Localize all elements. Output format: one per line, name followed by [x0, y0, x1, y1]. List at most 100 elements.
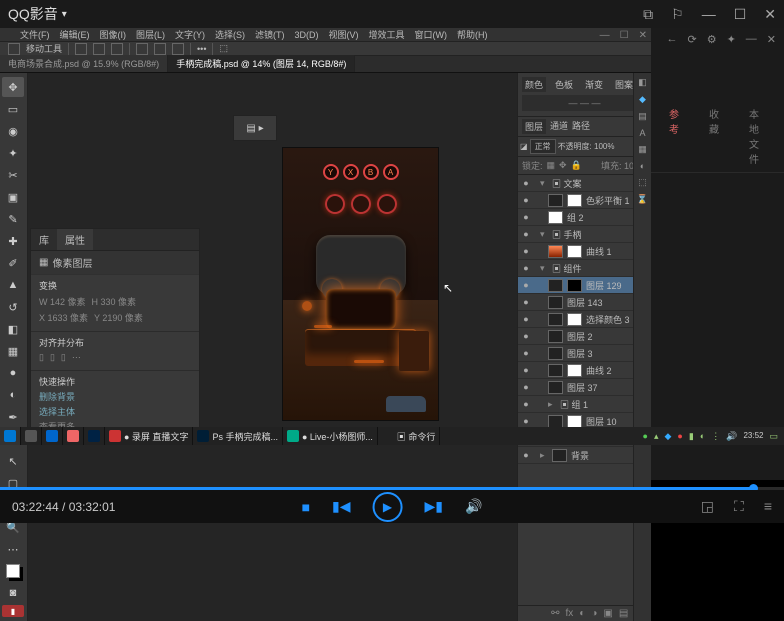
width-field[interactable]: W 142 像素: [39, 295, 86, 308]
align-mid-icon[interactable]: [154, 43, 166, 55]
tab-properties[interactable]: 属性: [57, 229, 93, 250]
tray-icon[interactable]: ▴: [654, 431, 659, 442]
snapshot-button[interactable]: ◲: [701, 498, 714, 515]
expand-icon[interactable]: ▾: [540, 229, 548, 240]
y-field[interactable]: Y 2190 像素: [94, 311, 143, 324]
expand-icon[interactable]: ▾: [540, 178, 548, 189]
close-icon[interactable]: ✕: [764, 6, 776, 23]
gear-icon[interactable]: ⚙: [707, 33, 717, 46]
blur-tool-icon[interactable]: ●: [2, 363, 24, 383]
more-icon[interactable]: ⋯: [72, 352, 81, 363]
rail-icon[interactable]: ⌛: [637, 194, 648, 205]
menu-item[interactable]: 帮助(H): [457, 28, 488, 41]
history-brush-icon[interactable]: ↺: [2, 297, 24, 317]
visibility-icon[interactable]: ●: [520, 348, 532, 358]
crop-tool-icon[interactable]: ✂: [2, 165, 24, 185]
3d-mode-icon[interactable]: ⬚: [219, 43, 228, 54]
rail-icon[interactable]: ▦: [638, 144, 647, 155]
eyedrop-tool-icon[interactable]: ✎: [2, 209, 24, 229]
side-tab[interactable]: 本地文件: [749, 106, 766, 166]
back-icon[interactable]: ←: [666, 33, 677, 45]
visibility-icon[interactable]: ●: [520, 331, 532, 341]
layer-row[interactable]: ●图层 37: [518, 379, 651, 396]
visibility-icon[interactable]: ●: [520, 280, 532, 290]
visibility-icon[interactable]: ●: [520, 416, 532, 426]
visibility-icon[interactable]: ●: [520, 195, 532, 205]
layer-row[interactable]: ●色彩平衡 1: [518, 192, 651, 209]
menu-item[interactable]: 增效工具: [369, 28, 405, 41]
layers-tab[interactable]: 路径: [572, 119, 590, 134]
align-center-icon[interactable]: [93, 43, 105, 55]
visibility-icon[interactable]: ●: [520, 178, 532, 188]
new-layer-icon[interactable]: ▤: [619, 608, 628, 619]
rail-icon[interactable]: ◧: [638, 77, 647, 88]
taskbar-item[interactable]: [42, 427, 63, 445]
layer-row[interactable]: ●▾▣ 文案: [518, 175, 651, 192]
expand-icon[interactable]: ▸: [540, 450, 548, 461]
minimize-icon[interactable]: —: [702, 6, 716, 23]
taskbar-item[interactable]: [21, 427, 42, 445]
color-strip[interactable]: — — —: [522, 95, 647, 111]
maximize-icon[interactable]: ☐: [734, 6, 747, 23]
layer-row[interactable]: ●▸背景: [518, 447, 651, 464]
pip-icon[interactable]: ⧉: [643, 6, 653, 23]
side-tab[interactable]: 参考: [669, 106, 679, 166]
pin-icon[interactable]: ✦: [727, 33, 736, 46]
tray-icon[interactable]: ▮: [689, 431, 694, 442]
floating-panel-collapsed[interactable]: ▤ ▸: [233, 115, 277, 141]
stamp-tool-icon[interactable]: ▲: [2, 275, 24, 295]
more-icon[interactable]: •••: [197, 44, 206, 54]
taskbar-item[interactable]: [0, 427, 21, 445]
layers-tab[interactable]: 通道: [550, 119, 568, 134]
tray-icon[interactable]: ◆: [664, 431, 671, 442]
taskbar-item[interactable]: ▣ 命令行: [378, 427, 441, 445]
menu-item[interactable]: 3D(D): [295, 30, 319, 40]
taskbar-item[interactable]: [63, 427, 84, 445]
lock-pos-icon[interactable]: ✥: [559, 160, 567, 171]
layer-row[interactable]: ●曲线 2: [518, 362, 651, 379]
menu-item[interactable]: 编辑(E): [60, 28, 90, 41]
layers-tab[interactable]: 图层: [522, 119, 546, 134]
lock-all-icon[interactable]: 🔒: [571, 160, 582, 171]
wifi-icon[interactable]: ⋮: [711, 431, 720, 442]
visibility-icon[interactable]: ●: [520, 382, 532, 392]
tab-library[interactable]: 库: [31, 229, 57, 250]
mask-icon[interactable]: ◐: [579, 608, 585, 619]
eraser-tool-icon[interactable]: ◧: [2, 319, 24, 339]
taskbar-item[interactable]: ● 录屏 直播文字: [105, 427, 193, 445]
ps-min-icon[interactable]: —: [600, 30, 610, 41]
menu-item[interactable]: 图层(L): [136, 28, 165, 41]
tray-icon[interactable]: ●: [677, 431, 682, 441]
layer-row[interactable]: ●图层 2: [518, 328, 651, 345]
layer-filter-icon[interactable]: ◪: [520, 142, 528, 151]
pin-icon[interactable]: ⚐: [671, 6, 684, 23]
layer-row[interactable]: ●▾▣ 手柄: [518, 226, 651, 243]
expand-icon[interactable]: ▾: [540, 263, 548, 274]
lock-pixels-icon[interactable]: ▦: [547, 160, 556, 171]
ps-close-icon[interactable]: ✕: [639, 30, 647, 41]
visibility-icon[interactable]: ●: [520, 212, 532, 222]
visibility-icon[interactable]: ●: [520, 450, 532, 460]
plugin-badge[interactable]: ▮: [2, 605, 24, 617]
volume-icon[interactable]: 🔊: [726, 431, 737, 442]
menu-item[interactable]: 图像(I): [100, 28, 127, 41]
align-left-icon[interactable]: [75, 43, 87, 55]
layer-row[interactable]: ●图层 143: [518, 294, 651, 311]
remove-bg-button[interactable]: 删除背景: [39, 390, 191, 403]
visibility-icon[interactable]: ●: [520, 365, 532, 375]
rail-icon[interactable]: A: [639, 128, 645, 138]
taskbar-item[interactable]: Ps 手柄完成稿...: [193, 427, 283, 445]
visibility-icon[interactable]: ●: [520, 229, 532, 239]
color-panel-tab[interactable]: 颜色: [522, 77, 546, 92]
play-button[interactable]: ▶: [373, 492, 403, 522]
color-panel-tab[interactable]: 渐变: [582, 77, 606, 92]
layer-row[interactable]: ●选择颜色 3: [518, 311, 651, 328]
refresh-icon[interactable]: ⟳: [687, 33, 696, 46]
brush-tool-icon[interactable]: ✐: [2, 253, 24, 273]
expand-icon[interactable]: ▸: [548, 399, 556, 410]
select-subject-button[interactable]: 选择主体: [39, 405, 191, 418]
notifications-icon[interactable]: ▭: [769, 431, 778, 442]
dodge-tool-icon[interactable]: ◐: [2, 385, 24, 405]
prev-button[interactable]: ▮◀: [332, 498, 350, 515]
group-icon[interactable]: ▣: [603, 608, 612, 619]
